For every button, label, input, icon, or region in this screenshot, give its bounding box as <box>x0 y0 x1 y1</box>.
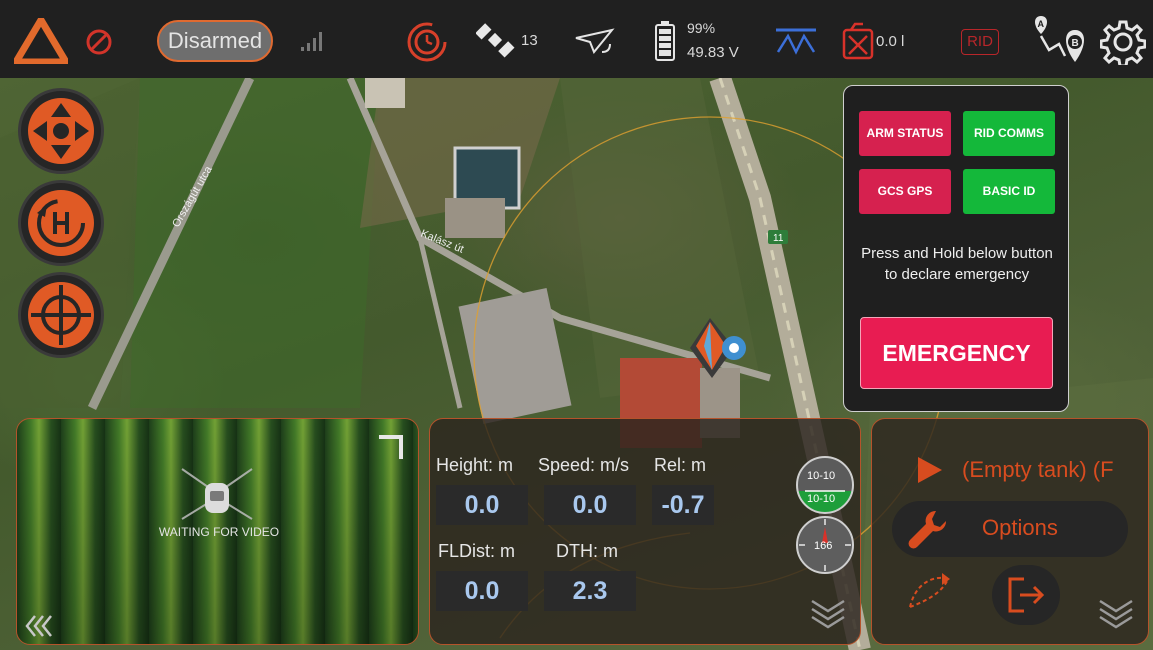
attitude-readout: 10-10 <box>807 493 835 505</box>
return-home-button[interactable] <box>18 180 104 266</box>
mission-panel: (Empty tank) (F Options <box>871 418 1149 645</box>
height-label: Height: m <box>436 455 514 475</box>
compass-icon: 166 <box>796 516 854 574</box>
wrench-icon <box>908 510 947 549</box>
spray-icon <box>776 28 816 55</box>
route-ab-icon[interactable]: A B <box>1029 12 1089 70</box>
attitude-indicator-icon: 10-10 10-10 <box>796 456 854 514</box>
collapse-left-icon[interactable] <box>23 613 57 639</box>
app-logo-icon[interactable] <box>14 18 68 64</box>
speed-value: 0.0 <box>544 485 636 525</box>
arm-status-chip[interactable]: ARM STATUS <box>859 111 951 156</box>
exit-door-icon <box>1008 577 1045 613</box>
heading-readout: 166 <box>814 540 832 552</box>
svg-text:A: A <box>1038 19 1045 29</box>
gcs-gps-chip[interactable]: GCS GPS <box>859 169 951 214</box>
attitude-readout: 10-10 <box>807 470 835 482</box>
fldist-value: 0.0 <box>436 571 528 611</box>
flight-path-icon[interactable] <box>906 571 952 613</box>
dpad-icon <box>28 98 94 164</box>
exit-button[interactable] <box>992 565 1060 625</box>
svg-text:B: B <box>1072 38 1079 49</box>
aircraft-link-icon <box>575 28 615 54</box>
rid-comms-chip[interactable]: RID COMMS <box>963 111 1055 156</box>
dth-value: 2.3 <box>544 571 636 611</box>
collapse-down-icon[interactable] <box>808 595 848 633</box>
drone-placeholder-icon <box>181 468 253 520</box>
target-point-button[interactable] <box>18 272 104 358</box>
battery-icon <box>655 21 675 61</box>
tank-status: (Empty tank) (F <box>962 457 1114 482</box>
basic-id-chip[interactable]: BASIC ID <box>963 169 1055 214</box>
status-bar: Disarmed 13 99% 49.83 V 0.0 l RID A B <box>0 0 1153 78</box>
dth-label: DTH: m <box>556 541 618 561</box>
video-status-text: WAITING FOR VIDEO <box>158 525 280 539</box>
battery-percent: 99% <box>687 20 716 36</box>
remote-id-panel: ARM STATUS RID COMMS GCS GPS BASIC ID Pr… <box>843 85 1069 412</box>
manual-control-button[interactable] <box>18 88 104 174</box>
arm-status-button[interactable]: Disarmed <box>157 20 273 62</box>
video-feed-panel[interactable]: WAITING FOR VIDEO <box>16 418 419 645</box>
collapse-down-icon[interactable] <box>1096 595 1136 633</box>
road-number-label: 11 <box>773 233 784 244</box>
play-icon[interactable] <box>914 455 944 485</box>
emergency-instruction: Press and Hold below button to declare e… <box>861 245 1053 283</box>
signal-bars-icon <box>301 32 322 51</box>
height-value: 0.0 <box>436 485 528 525</box>
fldist-label: FLDist: m <box>438 541 516 561</box>
battery-voltage: 49.83 V <box>687 44 739 61</box>
settings-gear-icon[interactable] <box>1100 19 1146 65</box>
no-entry-icon <box>86 29 112 55</box>
options-label: Options <box>982 515 1058 540</box>
speed-label: Speed: m/s <box>538 455 630 475</box>
rid-badge[interactable]: RID <box>961 29 999 55</box>
rel-label: Rel: m <box>654 455 707 475</box>
emergency-button[interactable]: EMERGENCY <box>860 317 1053 389</box>
satellite-icon[interactable] <box>476 22 516 62</box>
satellite-count: 13 <box>521 32 538 49</box>
home-h-icon <box>28 190 94 256</box>
fuel-can-icon <box>842 22 874 60</box>
fuel-level: 0.0 l <box>876 33 905 50</box>
timer-icon[interactable] <box>405 20 449 64</box>
target-icon <box>28 282 94 348</box>
expand-corner-icon[interactable] <box>375 431 407 463</box>
options-button[interactable]: Options <box>892 501 1128 557</box>
telemetry-panel: Height: m Speed: m/s Rel: m 0.0 0.0 -0.7… <box>429 418 861 645</box>
rel-value: -0.7 <box>652 485 714 525</box>
